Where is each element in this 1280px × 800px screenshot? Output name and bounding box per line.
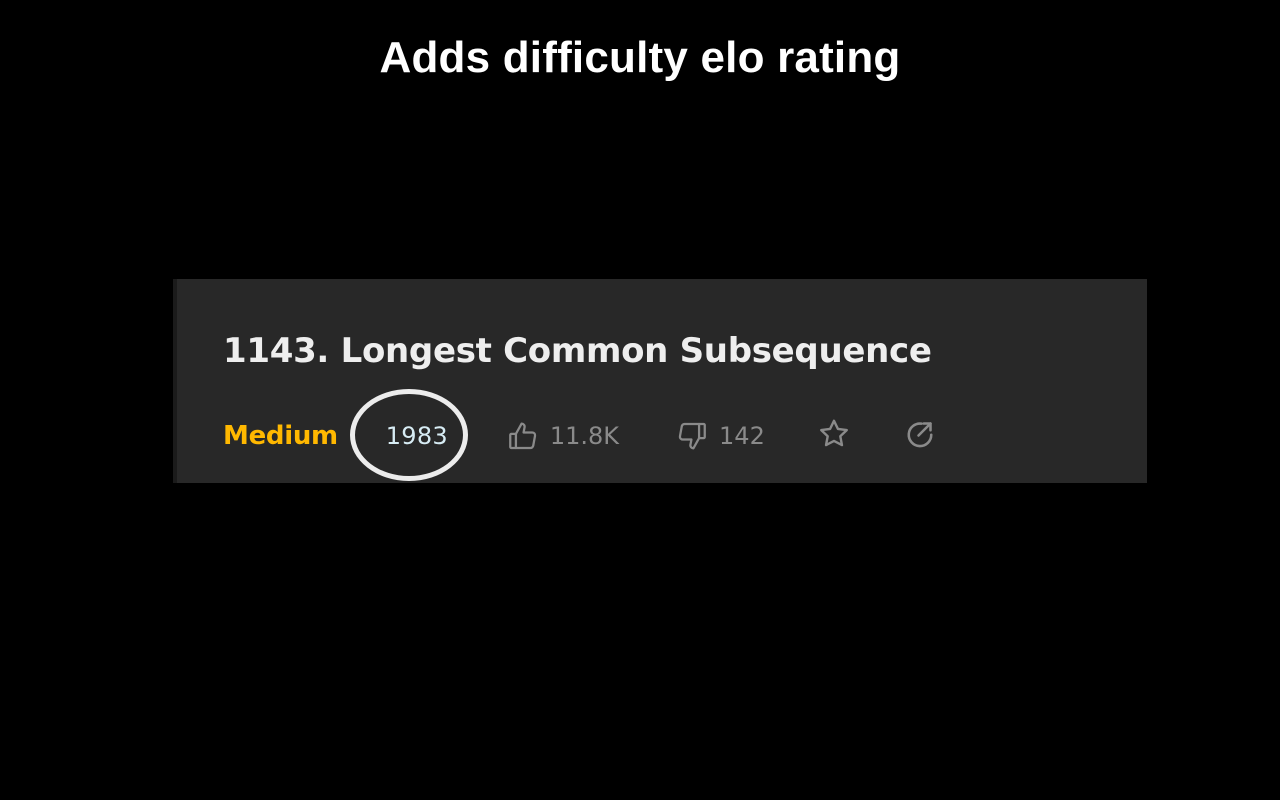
- share-icon: [902, 416, 938, 457]
- star-icon: [816, 416, 852, 457]
- like-button[interactable]: 11.8K: [506, 419, 619, 453]
- page-headline: Adds difficulty elo rating: [379, 33, 901, 82]
- dislike-button[interactable]: 142: [675, 419, 765, 453]
- problem-title[interactable]: 1143. Longest Common Subsequence: [223, 329, 932, 373]
- elo-rating: 1983: [385, 422, 448, 450]
- problem-header-panel: 1143. Longest Common Subsequence Medium …: [173, 279, 1147, 483]
- problem-meta-row: Medium 1983 11.8K 142: [223, 411, 939, 461]
- like-count: 11.8K: [549, 422, 620, 450]
- thumbs-down-icon: [675, 419, 709, 453]
- difficulty-label: Medium: [223, 421, 338, 451]
- favorite-button[interactable]: [815, 417, 853, 455]
- dislike-count: 142: [719, 422, 765, 450]
- share-button[interactable]: [901, 417, 939, 455]
- thumbs-up-icon: [506, 419, 540, 453]
